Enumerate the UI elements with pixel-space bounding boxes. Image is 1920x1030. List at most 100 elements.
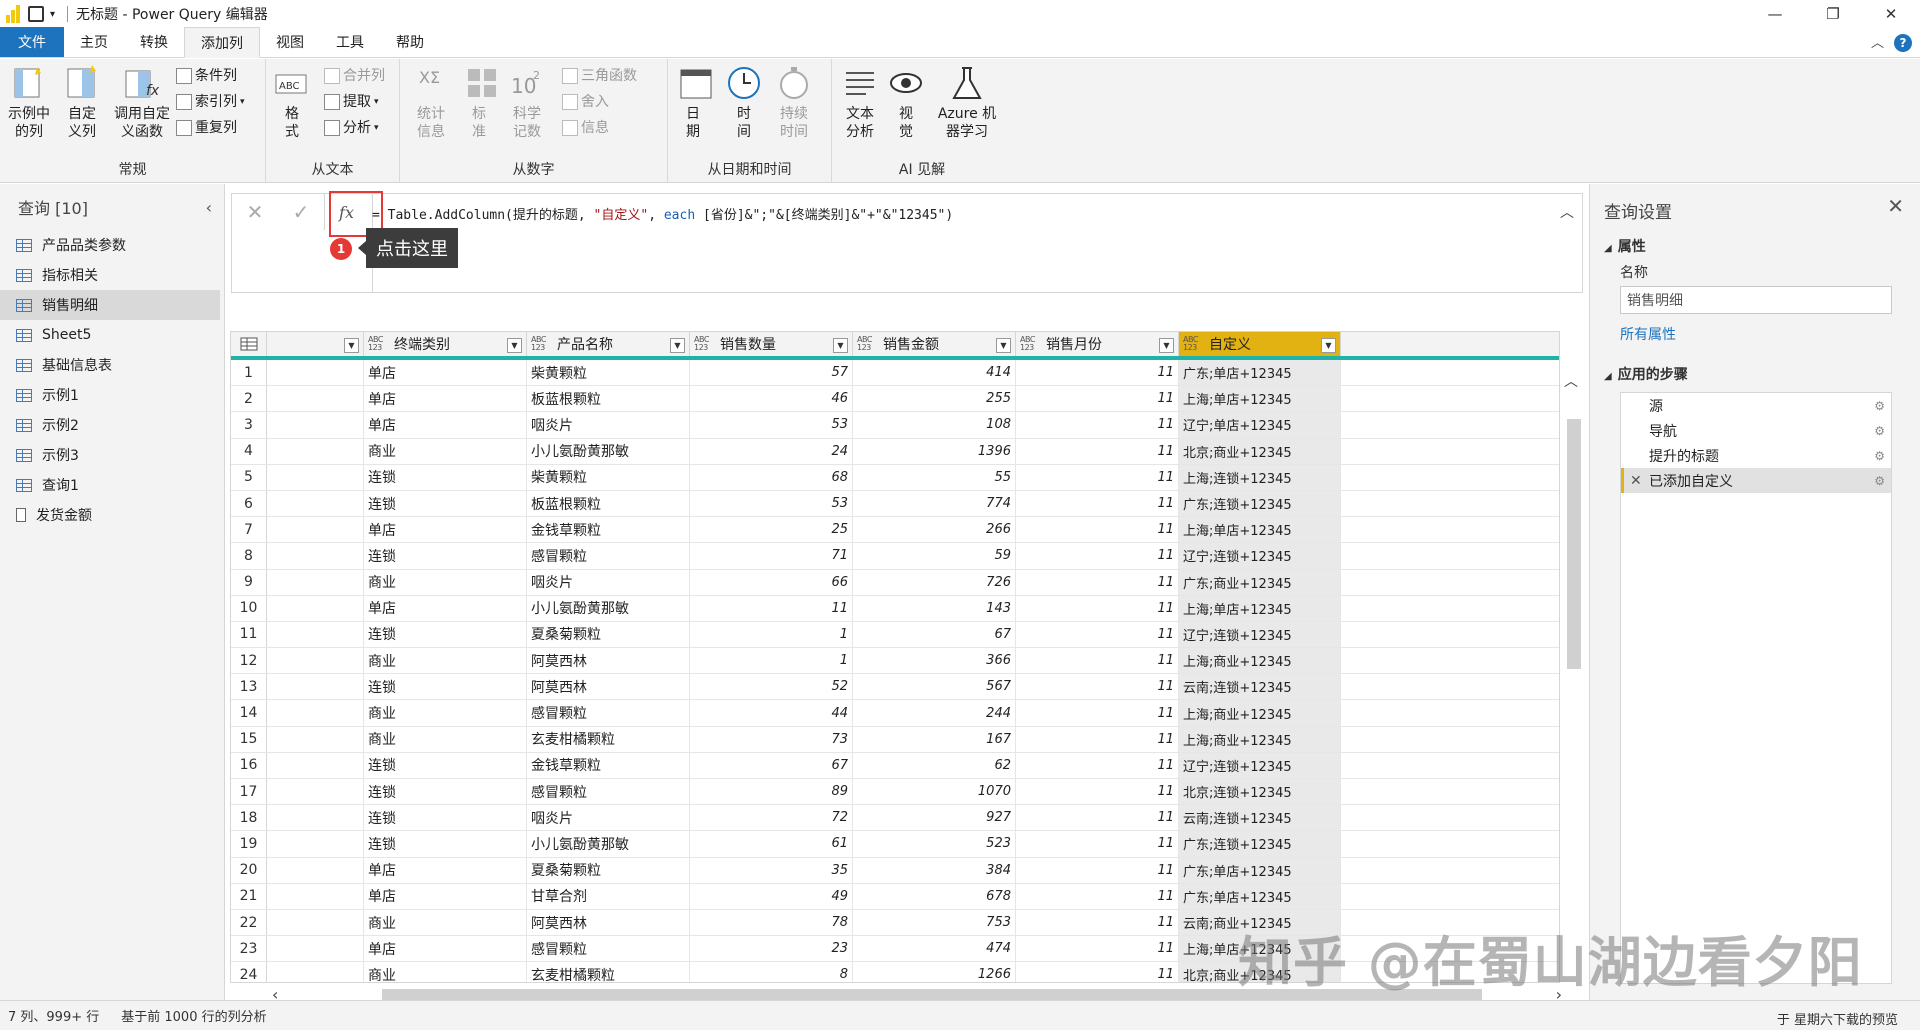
table-cell[interactable]: 辽宁;连锁+12345 (1179, 752, 1341, 778)
table-menu-icon[interactable] (231, 332, 267, 356)
expand-formula-icon[interactable]: ︿ (1560, 202, 1574, 222)
applied-step[interactable]: 源 ⚙ (1621, 393, 1891, 418)
table-cell[interactable] (267, 700, 364, 726)
table-cell[interactable]: 11 (1016, 412, 1179, 438)
table-cell[interactable]: 柴黄颗粒 (527, 360, 690, 386)
row-number[interactable]: 21 (231, 883, 267, 909)
text-analytics-button[interactable]: 文本分析 (840, 65, 880, 141)
table-cell[interactable]: 167 (853, 726, 1016, 752)
row-number[interactable]: 6 (231, 490, 267, 517)
table-cell[interactable]: 上海;商业+12345 (1179, 648, 1341, 674)
table-cell[interactable]: 23 (690, 936, 853, 962)
table-cell[interactable]: 感冒颗粒 (527, 779, 690, 805)
table-cell[interactable]: 商业 (364, 648, 527, 674)
table-cell[interactable]: 感冒颗粒 (527, 936, 690, 962)
trigonometry-button[interactable]: 三角函数 (562, 67, 637, 85)
column-header[interactable]: ABC 123 销售数量 ▼ (690, 332, 853, 356)
vertical-scrollbar[interactable]: ︿ (1564, 369, 1582, 983)
table-cell[interactable]: 1 (690, 648, 853, 674)
column-filter-icon[interactable]: ▼ (833, 338, 848, 353)
table-cell[interactable]: 11 (1016, 360, 1179, 386)
table-cell[interactable]: 玄麦柑橘颗粒 (527, 726, 690, 752)
table-row[interactable]: 12 商业 阿莫西林 1 366 11 上海;商业+12345 (231, 648, 1559, 675)
table-cell[interactable]: 11 (1016, 962, 1179, 982)
table-cell[interactable]: 11 (1016, 490, 1179, 517)
table-cell[interactable]: 金钱草颗粒 (527, 517, 690, 543)
table-cell[interactable]: 11 (1016, 805, 1179, 831)
table-cell[interactable] (267, 412, 364, 438)
table-cell[interactable]: 商业 (364, 962, 527, 982)
table-cell[interactable]: 辽宁;连锁+12345 (1179, 543, 1341, 569)
table-cell[interactable] (267, 831, 364, 857)
row-number[interactable]: 10 (231, 595, 267, 621)
table-cell[interactable]: 44 (690, 700, 853, 726)
query-item[interactable]: Sheet5 (0, 320, 224, 350)
table-cell[interactable]: 单店 (364, 883, 527, 909)
table-cell[interactable]: 上海;商业+12345 (1179, 726, 1341, 752)
azure-ml-button[interactable]: Azure 机器学习 (932, 65, 1002, 141)
table-cell[interactable]: 广东;单店+12345 (1179, 360, 1341, 386)
table-cell[interactable]: 咽炎片 (527, 805, 690, 831)
table-cell[interactable]: 1396 (853, 438, 1016, 464)
all-properties-link[interactable]: 所有属性 (1620, 324, 1676, 344)
table-cell[interactable]: 咽炎片 (527, 569, 690, 595)
table-cell[interactable]: 连锁 (364, 543, 527, 569)
table-cell[interactable]: 单店 (364, 386, 527, 412)
applied-step[interactable]: 导航 ⚙ (1621, 418, 1891, 443)
table-cell[interactable]: 384 (853, 857, 1016, 883)
table-cell[interactable]: 66 (690, 569, 853, 595)
table-cell[interactable] (267, 386, 364, 412)
row-number[interactable]: 23 (231, 936, 267, 962)
column-from-examples-button[interactable]: 示例中的列 (6, 65, 52, 141)
gear-icon[interactable]: ⚙ (1874, 474, 1885, 488)
table-row[interactable]: 18 连锁 咽炎片 72 927 11 云南;连锁+12345 (231, 805, 1559, 832)
tab-tools[interactable]: 工具 (320, 27, 380, 57)
table-cell[interactable]: 71 (690, 543, 853, 569)
query-item[interactable]: 示例2 (0, 410, 224, 440)
merge-columns-button[interactable]: 合并列 (324, 67, 385, 85)
table-row[interactable]: 7 单店 金钱草颗粒 25 266 11 上海;单店+12345 (231, 517, 1559, 544)
table-row[interactable]: 13 连锁 阿莫西林 52 567 11 云南;连锁+12345 (231, 674, 1559, 701)
table-cell[interactable] (267, 726, 364, 752)
table-cell[interactable]: 板蓝根颗粒 (527, 490, 690, 517)
scroll-up-icon[interactable]: ︿ (1564, 371, 1578, 391)
custom-column-button[interactable]: 自定义列 (62, 65, 102, 141)
table-cell[interactable]: 夏桑菊颗粒 (527, 857, 690, 883)
conditional-column-button[interactable]: 条件列 (176, 67, 237, 85)
column-type-icon[interactable]: ABC 123 (368, 336, 388, 352)
query-name-input[interactable]: 销售明细 (1620, 286, 1892, 314)
table-cell[interactable] (267, 543, 364, 569)
table-cell[interactable]: 11 (1016, 464, 1179, 490)
table-cell[interactable]: 11 (1016, 595, 1179, 621)
table-cell[interactable] (267, 490, 364, 517)
information-button[interactable]: 信息 (562, 119, 609, 137)
table-cell[interactable]: 35 (690, 857, 853, 883)
table-cell[interactable]: 连锁 (364, 490, 527, 517)
row-number[interactable]: 17 (231, 779, 267, 805)
table-cell[interactable]: 255 (853, 386, 1016, 412)
table-cell[interactable]: 57 (690, 360, 853, 386)
standard-button[interactable]: 标准 (464, 65, 496, 141)
table-cell[interactable]: 46 (690, 386, 853, 412)
file-menu[interactable]: 文件 (0, 27, 64, 57)
table-cell[interactable]: 108 (853, 412, 1016, 438)
row-number[interactable]: 20 (231, 857, 267, 883)
row-number[interactable]: 13 (231, 674, 267, 700)
row-number[interactable]: 24 (231, 962, 267, 982)
row-number[interactable]: 14 (231, 700, 267, 726)
table-cell[interactable] (267, 569, 364, 595)
table-cell[interactable] (267, 962, 364, 982)
table-cell[interactable]: 连锁 (364, 464, 527, 490)
duplicate-column-button[interactable]: 重复列 (176, 119, 237, 137)
table-cell[interactable]: 567 (853, 674, 1016, 700)
table-row[interactable]: 9 商业 咽炎片 66 726 11 广东;商业+12345 (231, 569, 1559, 596)
table-row[interactable]: 10 单店 小儿氨酚黄那敏 11 143 11 上海;单店+12345 (231, 595, 1559, 622)
table-cell[interactable]: 143 (853, 595, 1016, 621)
table-cell[interactable]: 广东;单店+12345 (1179, 883, 1341, 909)
query-item[interactable]: 指标相关 (0, 260, 224, 290)
table-cell[interactable]: 广东;商业+12345 (1179, 569, 1341, 595)
row-number[interactable]: 19 (231, 831, 267, 857)
table-row[interactable]: 21 单店 甘草合剂 49 678 11 广东;单店+12345 (231, 883, 1559, 910)
table-cell[interactable]: 774 (853, 490, 1016, 517)
tab-transform[interactable]: 转换 (124, 27, 184, 57)
